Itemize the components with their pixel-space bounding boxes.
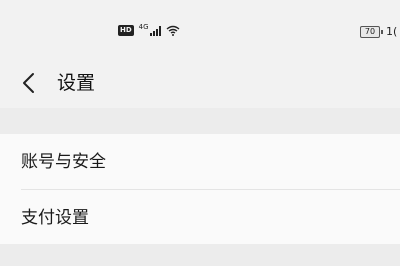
section-gap <box>0 108 400 134</box>
back-arrow-icon[interactable] <box>18 69 40 97</box>
settings-item-payment[interactable]: 支付设置 <box>0 190 400 245</box>
battery-icon: 70 <box>360 25 380 38</box>
battery-indicator: 70 1( <box>360 25 397 38</box>
settings-list: 账号与安全 支付设置 <box>0 134 400 244</box>
section-gap <box>0 244 400 266</box>
network-type: 4G <box>138 23 149 31</box>
wifi-icon <box>166 25 180 36</box>
hd-badge: HD <box>118 25 134 36</box>
settings-item-account-security[interactable]: 账号与安全 <box>0 134 400 190</box>
status-icons: HD 4G <box>118 23 180 36</box>
status-bar: HD 4G 70 1( <box>0 0 400 58</box>
clock: 1( <box>386 25 398 38</box>
battery-cap <box>381 29 383 34</box>
settings-item-label: 账号与安全 <box>21 152 106 172</box>
page-header: 设置 <box>0 58 400 108</box>
page-title: 设置 <box>57 72 96 94</box>
settings-item-label: 支付设置 <box>21 208 89 228</box>
signal-icon <box>149 25 161 36</box>
